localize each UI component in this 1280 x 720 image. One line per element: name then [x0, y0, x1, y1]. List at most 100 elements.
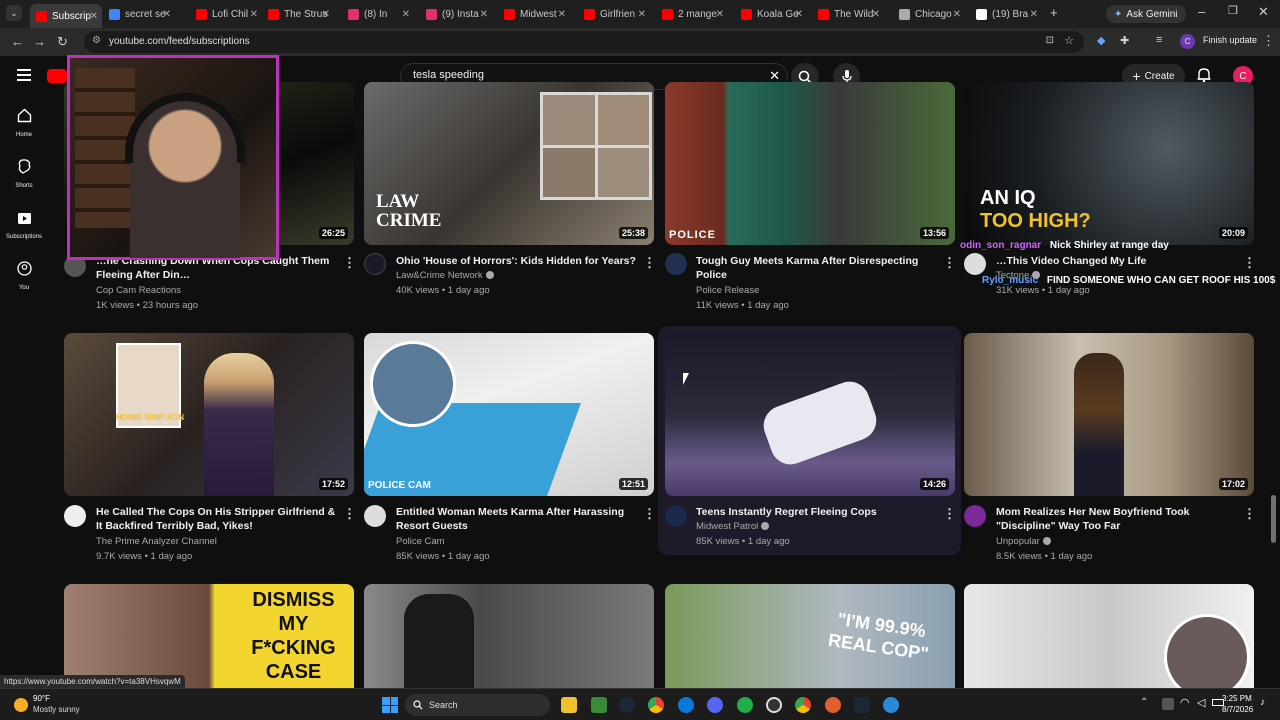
- video-title[interactable]: Tough Guy Meets Karma After Disrespectin…: [696, 254, 941, 282]
- channel-avatar[interactable]: [665, 505, 687, 527]
- video-thumbnail[interactable]: POLICE CAM 12:51: [364, 333, 654, 496]
- page-scrollbar[interactable]: [1271, 495, 1276, 543]
- tab-close-icon[interactable]: ✕: [322, 9, 330, 20]
- menu-icon[interactable]: [17, 69, 31, 81]
- tab-list-icon[interactable]: ⌄: [6, 5, 22, 21]
- tray-app-icon[interactable]: [1162, 698, 1174, 710]
- sidebar-item-subscriptions[interactable]: Subscriptions: [0, 210, 48, 240]
- channel-name[interactable]: Unpopular: [996, 536, 1051, 547]
- browser-tab[interactable]: secret se ✕: [103, 4, 175, 24]
- sidebar-item-you[interactable]: You: [0, 261, 48, 291]
- new-tab-button[interactable]: +: [1050, 5, 1058, 20]
- chrome-icon[interactable]: [648, 697, 664, 713]
- browser-tab[interactable]: Chicago ✕: [893, 4, 965, 24]
- forward-icon[interactable]: →: [33, 34, 46, 49]
- app-icon[interactable]: [825, 697, 841, 713]
- channel-avatar[interactable]: [964, 505, 986, 527]
- site-info-icon[interactable]: ⚙: [92, 35, 101, 46]
- more-options-icon[interactable]: ⋮: [943, 506, 956, 522]
- more-options-icon[interactable]: ⋮: [643, 506, 656, 522]
- notification-bell-icon[interactable]: ♪: [1260, 697, 1265, 708]
- profile-avatar[interactable]: C: [1180, 34, 1195, 49]
- app-icon[interactable]: [737, 697, 753, 713]
- tab-close-icon[interactable]: ✕: [558, 9, 566, 20]
- edge-icon[interactable]: [678, 697, 694, 713]
- video-title[interactable]: He Called The Cops On His Stripper Girlf…: [96, 505, 341, 533]
- tab-close-icon[interactable]: ✕: [402, 9, 410, 20]
- close-window-icon[interactable]: ✕: [1258, 4, 1269, 20]
- channel-name[interactable]: Police Cam: [396, 536, 445, 547]
- video-thumbnail[interactable]: [964, 584, 1254, 688]
- browser-tab[interactable]: Lofi Chil ✕: [190, 4, 262, 24]
- back-icon[interactable]: ←: [11, 34, 24, 49]
- steam-icon[interactable]: [619, 697, 635, 713]
- video-thumbnail[interactable]: HOMIE SIMP-SON 17:52: [64, 333, 354, 496]
- weather-icon[interactable]: [14, 698, 28, 712]
- tab-close-icon[interactable]: ✕: [250, 9, 258, 20]
- media-icon[interactable]: ≡: [1156, 34, 1162, 46]
- browser-tab[interactable]: Subscrip ✕: [30, 4, 102, 28]
- channel-avatar[interactable]: [964, 253, 986, 275]
- tab-close-icon[interactable]: ✕: [953, 9, 961, 20]
- address-bar[interactable]: ⚙ youtube.com/feed/subscriptions ⊡ ☆: [84, 31, 1084, 53]
- app-icon[interactable]: [591, 697, 607, 713]
- video-thumbnail[interactable]: [364, 584, 654, 688]
- channel-avatar[interactable]: [665, 253, 687, 275]
- browser-tab[interactable]: Girlfrien ✕: [578, 4, 650, 24]
- video-thumbnail[interactable]: 17:02: [964, 333, 1254, 496]
- reload-icon[interactable]: ↻: [57, 34, 68, 50]
- tab-close-icon[interactable]: ✕: [163, 9, 171, 20]
- weather-temp[interactable]: 90°F: [33, 694, 50, 703]
- chrome-active-icon[interactable]: [795, 697, 811, 713]
- video-thumbnail[interactable]: LAW CRIME 25:38: [364, 82, 654, 245]
- youtube-logo[interactable]: [47, 69, 67, 83]
- volume-icon[interactable]: ◁: [1197, 696, 1205, 709]
- restore-icon[interactable]: ❐: [1228, 4, 1238, 17]
- video-title[interactable]: Entitled Woman Meets Karma After Harassi…: [396, 505, 641, 533]
- video-thumbnail[interactable]: "I'M 99.9% REAL COP": [665, 584, 955, 688]
- more-options-icon[interactable]: ⋮: [643, 255, 656, 271]
- notifications-icon[interactable]: [1197, 67, 1211, 83]
- bookmark-star-icon[interactable]: ☆: [1064, 34, 1074, 47]
- browser-tab[interactable]: Midwest ✕: [498, 4, 570, 24]
- weather-desc[interactable]: Mostly sunny: [33, 705, 80, 714]
- channel-name[interactable]: Cop Cam Reactions: [96, 285, 181, 296]
- channel-name[interactable]: Midwest Patrol: [696, 521, 770, 532]
- browser-tab[interactable]: Koala Ge ✕: [735, 4, 807, 24]
- video-thumbnail[interactable]: POLICE 13:56: [665, 82, 955, 245]
- more-options-icon[interactable]: ⋮: [343, 506, 356, 522]
- video-title[interactable]: Ohio 'House of Horrors': Kids Hidden for…: [396, 254, 641, 268]
- more-options-icon[interactable]: ⋮: [1243, 506, 1256, 522]
- install-icon[interactable]: ⊡: [1046, 35, 1054, 46]
- discord-icon[interactable]: [707, 697, 723, 713]
- tab-close-icon[interactable]: ✕: [872, 9, 880, 20]
- tab-close-icon[interactable]: ✕: [1030, 9, 1038, 20]
- browser-tab[interactable]: The Wild ✕: [812, 4, 884, 24]
- file-explorer-icon[interactable]: [561, 697, 577, 713]
- obs-icon[interactable]: [766, 697, 782, 713]
- sidebar-item-home[interactable]: Home: [0, 108, 48, 138]
- channel-avatar[interactable]: [364, 505, 386, 527]
- browser-tab[interactable]: 2 mange ✕: [656, 4, 728, 24]
- video-title[interactable]: Mom Realizes Her New Boyfriend Took "Dis…: [996, 505, 1241, 533]
- steam-icon[interactable]: [854, 697, 870, 713]
- video-thumbnail[interactable]: DISMISS MY F*CKING CASE NOW!!: [64, 584, 354, 688]
- browser-tab[interactable]: The Strus ✕: [262, 4, 334, 24]
- tab-close-icon[interactable]: ✕: [716, 9, 724, 20]
- search-input[interactable]: [413, 69, 753, 81]
- app-icon[interactable]: [883, 697, 899, 713]
- channel-name[interactable]: Police Release: [696, 285, 759, 296]
- video-thumbnail[interactable]: 14:26: [665, 333, 955, 496]
- wifi-icon[interactable]: ◠: [1180, 696, 1190, 709]
- browser-tab[interactable]: (19) Bra ✕: [970, 4, 1042, 24]
- clock-time[interactable]: 3:25 PM: [1222, 694, 1252, 703]
- finish-update-button[interactable]: Finish update: [1203, 35, 1257, 45]
- browser-tab[interactable]: (8) In ✕: [342, 4, 414, 24]
- tab-close-icon[interactable]: ✕: [90, 11, 98, 22]
- sidebar-item-shorts[interactable]: Shorts: [0, 159, 48, 189]
- extension-shield-icon[interactable]: ◆: [1097, 34, 1105, 47]
- tab-close-icon[interactable]: ✕: [480, 9, 488, 20]
- more-options-icon[interactable]: ⋮: [343, 255, 356, 271]
- channel-avatar[interactable]: [364, 253, 386, 275]
- taskbar-search[interactable]: Search: [405, 694, 550, 716]
